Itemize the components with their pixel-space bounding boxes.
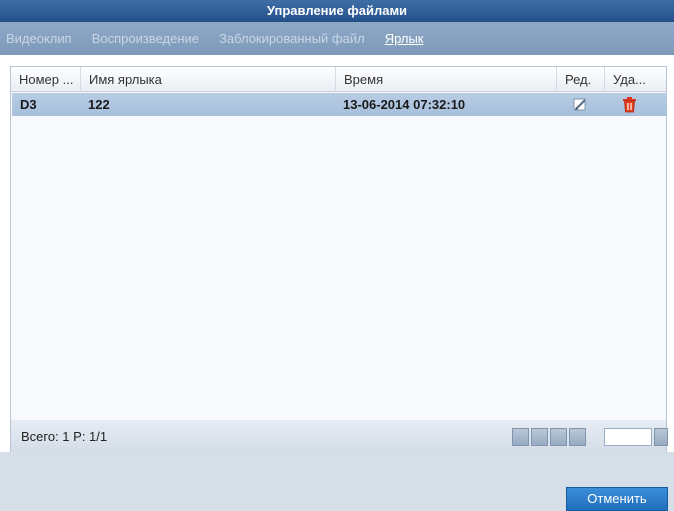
trash-icon[interactable] — [621, 96, 638, 113]
cancel-button[interactable]: Отменить — [566, 487, 668, 511]
row-tag-name: 122 — [88, 97, 110, 112]
table-row[interactable]: D3 122 13-06-2014 07:32:10 — [12, 93, 667, 116]
tab-bar: Видеоклип Воспроизведение Заблокированны… — [0, 22, 674, 55]
column-header-number[interactable]: Номер ... — [11, 67, 81, 92]
tab-playback[interactable]: Воспроизведение — [92, 31, 199, 46]
column-header-edit[interactable]: Ред. — [557, 67, 605, 92]
tab-video-clip[interactable]: Видеоклип — [6, 31, 72, 46]
column-header-time[interactable]: Время — [336, 67, 557, 92]
edit-icon[interactable] — [572, 96, 589, 113]
table-header: Номер ... Имя ярлыка Время Ред. Уда... — [11, 67, 666, 92]
tab-locked-file[interactable]: Заблокированный файл — [219, 31, 365, 46]
footer: Отменить — [0, 452, 674, 511]
tag-list-panel: Номер ... Имя ярлыка Время Ред. Уда... D… — [10, 66, 667, 452]
status-bar: Всего: 1 P: 1/1 — [10, 420, 668, 453]
row-number: D3 — [20, 97, 37, 112]
first-page-icon[interactable] — [512, 428, 529, 446]
record-count: Всего: 1 P: 1/1 — [21, 429, 108, 444]
window-title: Управление файлами — [0, 0, 674, 22]
prev-page-icon[interactable] — [531, 428, 548, 446]
column-header-delete[interactable]: Уда... — [605, 67, 667, 92]
next-page-icon[interactable] — [550, 428, 567, 446]
page-number-input[interactable] — [604, 428, 652, 446]
go-page-button[interactable] — [654, 428, 668, 446]
column-header-tag-name[interactable]: Имя ярлыка — [81, 67, 336, 92]
row-time: 13-06-2014 07:32:10 — [343, 97, 466, 112]
tab-tag[interactable]: Ярлык — [385, 31, 424, 46]
pager — [512, 428, 588, 446]
file-management-window: Управление файлами Видеоклип Воспроизвед… — [0, 0, 674, 511]
last-page-icon[interactable] — [569, 428, 586, 446]
